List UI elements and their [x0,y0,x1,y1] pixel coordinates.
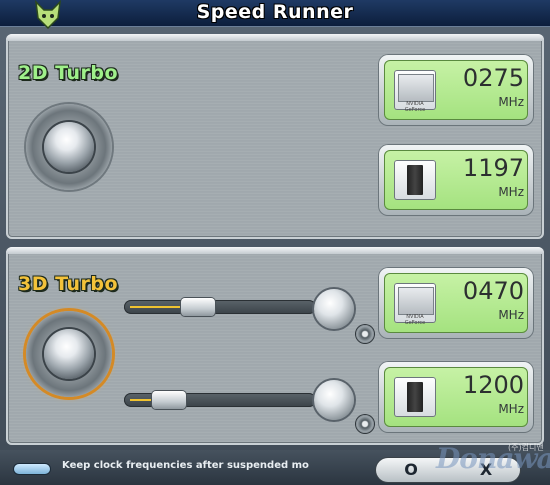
lcd-panel: 1200 MHz [384,367,528,427]
memory-clock-unit: MHz [498,185,524,199]
panel-highlight [6,34,544,41]
memory-clock-value: 1200 [462,371,524,399]
core-clock-apply-button[interactable] [314,289,354,329]
memory-clock-apply-button[interactable] [314,380,354,420]
turbo-3d-core-readout: NVIDIA GeForce 0470 MHz [378,267,534,339]
core-clock-unit: MHz [498,95,524,109]
memory-chip-icon [394,377,436,417]
lcd-panel: NVIDIA GeForce 0275 MHz [384,60,528,120]
memory-clock-reset-button[interactable] [356,415,374,433]
turbo-2d-memory-readout: 1197 MHz [378,144,534,216]
gpu-chip-label: NVIDIA GeForce [404,314,426,326]
turbo-2d-panel: 2D Turbo NVIDIA GeForce 0275 MHz 1197 MH… [6,34,544,239]
title-bar[interactable]: Speed Runner [0,0,550,30]
keep-clock-label: Keep clock frequencies after suspended m… [62,460,309,471]
core-clock-value: 0275 [462,64,524,92]
memory-clock-value: 1197 [462,154,524,182]
turbo-2d-core-readout: NVIDIA GeForce 0275 MHz [378,54,534,126]
core-clock-value: 0470 [462,277,524,305]
turbo-3d-label: 3D Turbo [18,273,119,295]
watermark-small-text: (주)컴디앤 [508,443,544,452]
slider-fill [130,306,181,308]
turbo-3d-memory-readout: 1200 MHz [378,361,534,433]
memory-chip-icon [394,160,436,200]
core-clock-reset-button[interactable] [356,325,374,343]
window-title: Speed Runner [196,1,354,23]
knob-cap [44,122,94,172]
keep-clock-toggle[interactable] [14,464,50,474]
knob-cap [44,329,94,379]
gpu-chip-icon: NVIDIA GeForce [394,70,436,113]
core-clock-slider[interactable] [124,298,316,316]
turbo-2d-knob[interactable] [26,104,112,190]
turbo-3d-knob[interactable] [26,311,112,397]
lcd-panel: NVIDIA GeForce 0470 MHz [384,273,528,333]
core-clock-unit: MHz [498,308,524,322]
panel-highlight [6,247,544,254]
turbo-3d-panel: 3D Turbo NVIDIA GeForce 0470 MHz 1200 MH… [6,247,544,445]
turbo-2d-label: 2D Turbo [18,62,119,84]
slider-thumb[interactable] [181,298,215,316]
gpu-chip-label: NVIDIA GeForce [404,101,426,113]
speed-runner-window: Speed Runner 2D Turbo NVIDIA GeForce 027… [0,0,550,485]
slider-thumb[interactable] [152,391,186,409]
memory-clock-unit: MHz [498,402,524,416]
memory-clock-slider[interactable] [124,391,316,409]
slider-fill [130,399,152,401]
watermark-logo: Donawa (주)컴디앤 [430,440,550,484]
gpu-chip-icon: NVIDIA GeForce [394,283,436,326]
lcd-panel: 1197 MHz [384,150,528,210]
